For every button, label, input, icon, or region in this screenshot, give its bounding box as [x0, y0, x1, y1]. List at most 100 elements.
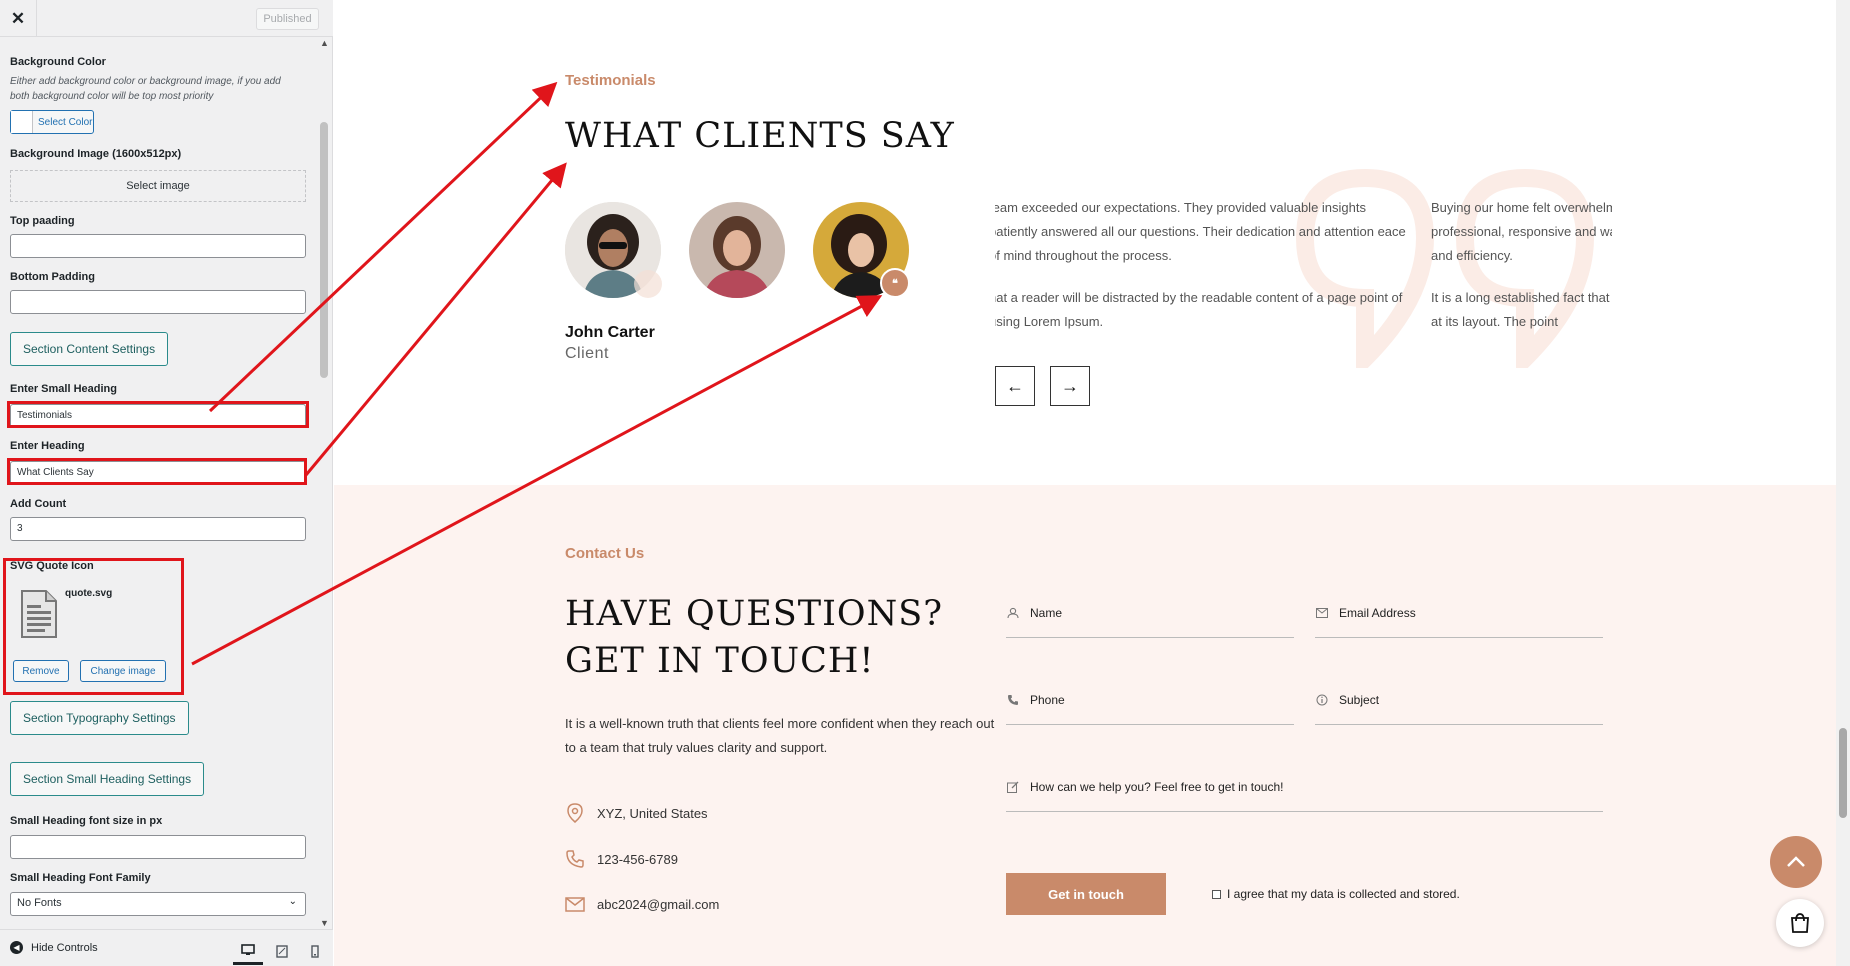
heading-label: Enter Heading: [10, 440, 85, 452]
avatar[interactable]: [689, 202, 785, 298]
phone-text[interactable]: 123-456-6789: [597, 852, 678, 867]
select-image-button[interactable]: Select image: [10, 170, 306, 202]
agree-checkbox-row[interactable]: I agree that my data is collected and st…: [1212, 887, 1460, 901]
envelope-icon: [1315, 606, 1329, 620]
close-button[interactable]: ✕: [0, 0, 37, 37]
customizer-header: ✕ Published: [0, 0, 333, 37]
customizer-scrollbar[interactable]: ▲ ▼: [317, 38, 332, 928]
add-count-input[interactable]: 3: [10, 517, 306, 541]
scroll-up-icon[interactable]: ▲: [320, 38, 329, 48]
testimonials-heading: WHAT CLIENTS SAY: [565, 116, 955, 156]
svg-quote-icon-block: quote.svg Remove Change image: [3, 558, 184, 695]
mobile-icon: [311, 944, 319, 958]
section-small-heading-settings-button[interactable]: Section Small Heading Settings: [10, 762, 205, 796]
document-icon: [21, 590, 57, 638]
desktop-preview-button[interactable]: [233, 937, 263, 965]
contact-email: abc2024@gmail.com: [565, 894, 719, 914]
quote-badge-icon: ❝: [880, 268, 910, 298]
cart-button[interactable]: [1776, 899, 1824, 947]
testimonials-small-heading: Testimonials: [565, 72, 656, 89]
tablet-preview-button[interactable]: [267, 937, 297, 965]
name-placeholder: Name: [1030, 605, 1063, 620]
testimonial-name: John Carter: [565, 324, 655, 341]
address-text: XYZ, United States: [597, 805, 708, 821]
testimonial-text-column-2: Buying our home felt overwhelming, free.…: [1431, 196, 1612, 352]
preview-scrollbar[interactable]: [1836, 0, 1850, 966]
contact-phone: 123-456-6789: [565, 849, 678, 869]
desktop-icon: [241, 943, 255, 955]
background-color-label: Background Color: [10, 56, 106, 68]
prev-testimonial-button[interactable]: ←: [995, 366, 1035, 406]
customizer-scroll-thumb[interactable]: [320, 122, 328, 378]
email-placeholder: Email Address: [1339, 605, 1416, 620]
agree-checkbox[interactable]: [1212, 889, 1221, 899]
top-padding-label: Top paading: [10, 215, 75, 227]
background-image-label: Background Image (1600x512px): [10, 148, 182, 160]
quote-file-name: quote.svg: [65, 588, 113, 599]
background-color-description: Either add background color or backgroun…: [10, 76, 281, 102]
user-icon: [1006, 606, 1020, 620]
collapse-icon: ◀: [10, 941, 23, 954]
scroll-down-icon[interactable]: ▼: [320, 918, 329, 928]
small-heading-label: Enter Small Heading: [10, 383, 117, 395]
select-color-label: Select Color: [38, 116, 93, 128]
location-pin-icon: [565, 803, 585, 823]
chevron-down-icon: ⌄: [288, 896, 297, 907]
small-heading-font-size-input[interactable]: [10, 835, 306, 859]
get-in-touch-button[interactable]: Get in touch: [1006, 873, 1166, 915]
small-heading-font-size-label: Small Heading font size in px: [10, 815, 163, 827]
change-image-button[interactable]: Change image: [80, 660, 166, 682]
subject-field[interactable]: Subject: [1315, 675, 1603, 725]
edit-icon: [1006, 780, 1020, 794]
phone-placeholder: Phone: [1030, 692, 1065, 707]
testimonial-paragraph: team exceeded our expectations. They pro…: [995, 200, 1406, 263]
next-testimonial-button[interactable]: →: [1050, 366, 1090, 406]
preview-scroll-thumb[interactable]: [1839, 728, 1847, 818]
phone-small-icon: [1006, 693, 1020, 707]
contact-heading-line-1: HAVE QUESTIONS?: [565, 594, 943, 634]
bottom-padding-input[interactable]: [10, 290, 306, 314]
scroll-to-top-button[interactable]: [1770, 836, 1822, 888]
email-field[interactable]: Email Address: [1315, 588, 1603, 638]
small-heading-highlight: [7, 401, 309, 428]
customizer-sidebar: ✕ Published Background Color Either add …: [0, 0, 333, 966]
phone-icon: [565, 849, 585, 869]
chevron-up-icon: [1787, 856, 1805, 867]
testimonial-paragraph: nat a reader will be distracted by the r…: [995, 290, 1403, 329]
hide-controls-label: Hide Controls: [31, 941, 98, 954]
hide-controls-button[interactable]: ◀ Hide Controls: [10, 941, 98, 954]
font-family-selected: No Fonts: [17, 897, 62, 909]
testimonial-text-viewport: team exceeded our expectations. They pro…: [995, 196, 1612, 366]
arrow-right-icon: →: [1061, 375, 1079, 396]
color-swatch: [11, 111, 33, 133]
section-typography-settings-button[interactable]: Section Typography Settings: [10, 701, 189, 735]
small-heading-font-family-select[interactable]: No Fonts ⌄: [10, 892, 306, 916]
message-placeholder: How can we help you? Feel free to get in…: [1030, 779, 1284, 794]
message-field[interactable]: How can we help you? Feel free to get in…: [1006, 762, 1603, 812]
screenshot-root: ✕ Published Background Color Either add …: [0, 0, 1850, 966]
contact-small-heading: Contact Us: [565, 545, 645, 562]
mobile-preview-button[interactable]: [300, 937, 330, 965]
email-text[interactable]: abc2024@gmail.com: [597, 897, 719, 912]
small-heading-font-family-label: Small Heading Font Family: [10, 872, 151, 884]
published-button[interactable]: Published: [256, 8, 319, 30]
contact-description: It is a well-known truth that clients fe…: [565, 716, 995, 755]
heading-highlight: [7, 458, 307, 485]
select-color-button[interactable]: Select Color: [10, 110, 94, 134]
remove-image-button[interactable]: Remove: [13, 660, 69, 682]
mail-icon: [565, 894, 585, 914]
top-padding-input[interactable]: [10, 234, 306, 258]
customizer-footer: ◀ Hide Controls: [0, 929, 333, 966]
section-content-settings-button[interactable]: Section Content Settings: [10, 332, 169, 366]
shopping-bag-icon: [1791, 913, 1809, 933]
name-field[interactable]: Name: [1006, 588, 1294, 638]
testimonial-paragraph: It is a long established fact that a rea…: [1431, 290, 1612, 329]
add-count-label: Add Count: [10, 498, 67, 510]
contact-address: XYZ, United States: [565, 803, 708, 823]
info-icon: [1315, 693, 1329, 707]
quote-badge-faded-icon: [634, 270, 662, 298]
client-photo-2: [689, 202, 785, 298]
phone-field[interactable]: Phone: [1006, 675, 1294, 725]
arrow-left-icon: ←: [1006, 375, 1024, 396]
contact-heading-line-2: GET IN TOUCH!: [565, 641, 875, 681]
